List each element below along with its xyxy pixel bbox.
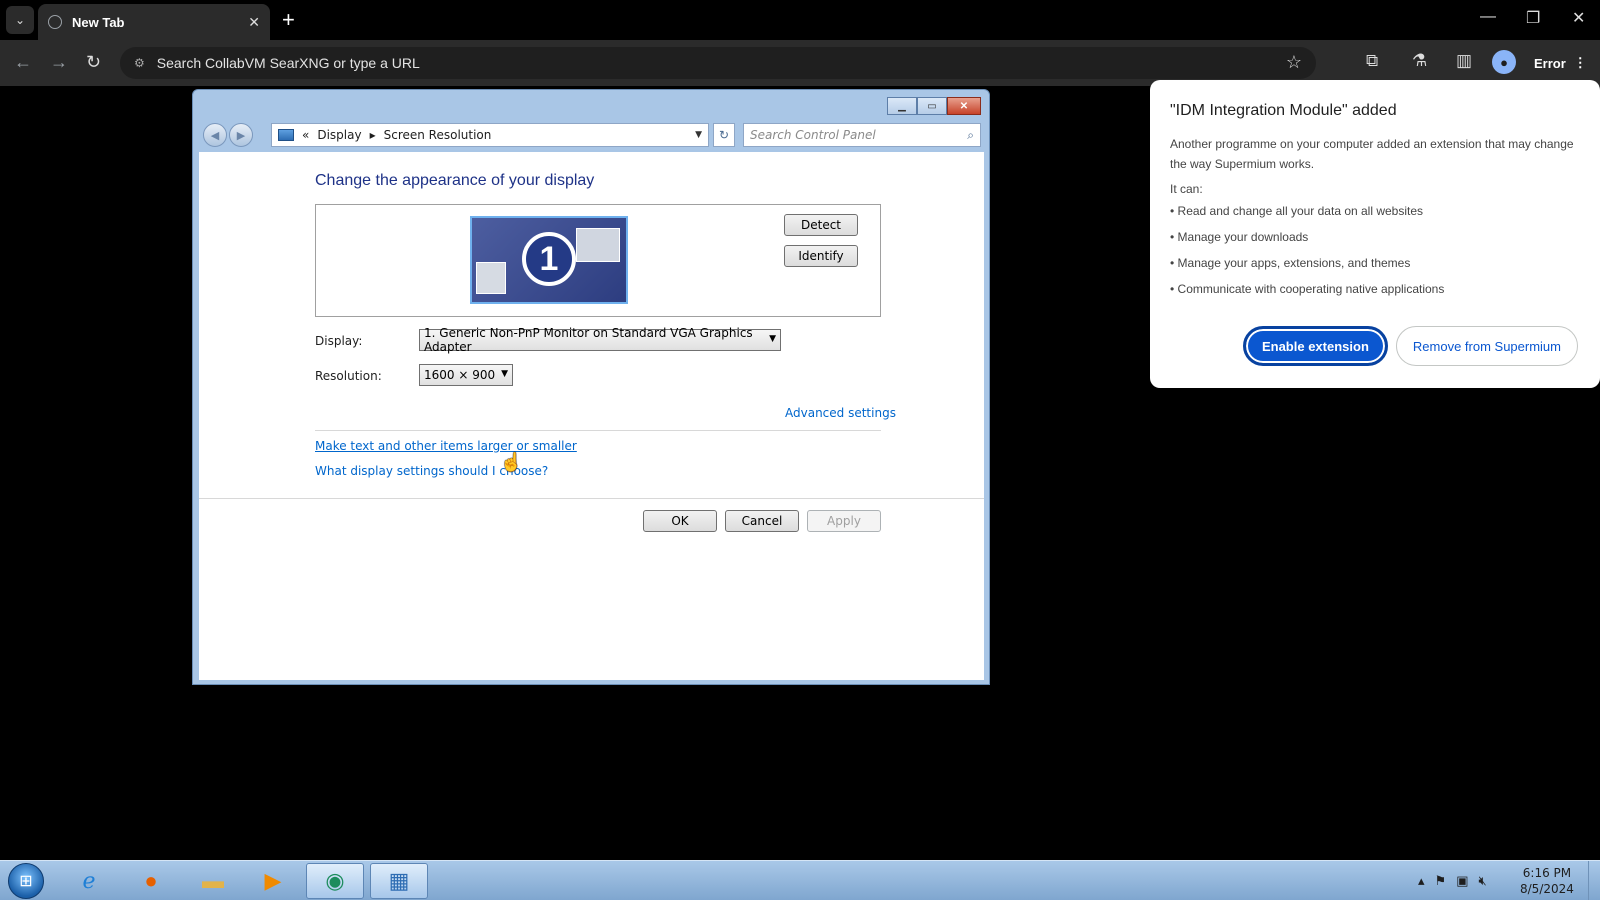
volume-muted-icon[interactable]: 🔇︎ bbox=[1478, 873, 1486, 889]
nav-buttons: ◀ ▶ bbox=[203, 123, 253, 147]
dropdown-arrow-icon: ▼ bbox=[501, 369, 508, 379]
address-bar[interactable]: ⚙ Search CollabVM SearXNG or type a URL … bbox=[120, 47, 1316, 79]
internet-explorer-icon[interactable]: ℯ bbox=[60, 863, 118, 899]
extension-added-popup: "IDM Integration Module" added Another p… bbox=[1150, 80, 1600, 388]
popup-title: "IDM Integration Module" added bbox=[1170, 102, 1397, 119]
breadcrumb-display[interactable]: Display bbox=[317, 128, 361, 142]
monitor-arrangement-box: 1 Detect Identify bbox=[315, 204, 881, 317]
media-player-icon[interactable]: ▶ bbox=[244, 863, 302, 899]
resolution-select[interactable]: 1600 × 900 ▼ bbox=[419, 364, 513, 386]
reload-icon[interactable]: ↻ bbox=[86, 52, 101, 73]
site-info-icon[interactable]: ⚙ bbox=[134, 56, 145, 70]
minimize-icon[interactable]: ▁ bbox=[887, 97, 917, 115]
close-icon[interactable]: ✕ bbox=[947, 97, 981, 115]
network-icon[interactable]: ▣ bbox=[1456, 873, 1468, 889]
window-thumbnail-icon bbox=[576, 228, 620, 262]
tab-close-icon[interactable]: ✕ bbox=[248, 14, 260, 31]
taskbar: ⊞ ℯ ● ▬ ▶ ◉ ▦ ▴ ⚑ ▣ 🔇︎ 6:16 PM 8/5/2024 bbox=[0, 860, 1600, 900]
hand-cursor-icon: ☝ bbox=[500, 452, 523, 472]
divider bbox=[199, 498, 984, 499]
tab-search-button[interactable]: ⌄ bbox=[6, 6, 34, 34]
action-center-flag-icon[interactable]: ⚑ bbox=[1435, 873, 1447, 889]
forward-icon[interactable]: ▶ bbox=[229, 123, 253, 147]
clock-time: 6:16 PM bbox=[1522, 866, 1572, 880]
explorer-address-row: ◀ ▶ « Display ▸ Screen Resolution ▼ ↻ Se… bbox=[199, 121, 983, 149]
permission-item: • Manage your apps, extensions, and them… bbox=[1170, 256, 1411, 270]
cancel-button[interactable]: Cancel bbox=[725, 510, 799, 532]
address-placeholder: Search CollabVM SearXNG or type a URL bbox=[156, 55, 420, 71]
ok-button[interactable]: OK bbox=[643, 510, 717, 532]
file-explorer-icon[interactable]: ▬ bbox=[184, 863, 242, 899]
detect-button[interactable]: Detect bbox=[784, 214, 858, 236]
show-hidden-icons-icon[interactable]: ▴ bbox=[1418, 873, 1425, 889]
permission-item: • Communicate with cooperating native ap… bbox=[1170, 282, 1445, 296]
refresh-icon[interactable]: ↻ bbox=[713, 123, 735, 147]
back-icon[interactable]: ← bbox=[14, 52, 32, 73]
globe-icon bbox=[48, 15, 62, 29]
error-menu-button[interactable]: Error ⋮ bbox=[1526, 49, 1595, 77]
display-select-value: 1. Generic Non-PnP Monitor on Standard V… bbox=[424, 326, 753, 354]
profile-avatar-icon[interactable]: ● bbox=[1492, 50, 1516, 74]
error-label: Error bbox=[1534, 55, 1566, 71]
remove-extension-button[interactable]: Remove from Supermium bbox=[1395, 326, 1578, 366]
permission-item: • Manage your downloads bbox=[1170, 230, 1309, 244]
popup-actions: Enable extension Remove from Supermium bbox=[1242, 326, 1578, 366]
resolution-label: Resolution: bbox=[315, 369, 382, 383]
popup-caption: It can: bbox=[1170, 182, 1203, 196]
enable-extension-button[interactable]: Enable extension bbox=[1242, 326, 1388, 366]
text-size-link[interactable]: Make text and other items larger or smal… bbox=[315, 439, 577, 453]
window-controls: ▁ ▭ ✕ bbox=[887, 97, 981, 115]
permission-item: • Read and change all your data on all w… bbox=[1170, 204, 1424, 218]
apply-button[interactable]: Apply bbox=[807, 510, 881, 532]
maximize-icon[interactable]: ▭ bbox=[917, 97, 947, 115]
supermium-icon[interactable]: ◉ bbox=[306, 863, 364, 899]
breadcrumb-overflow-icon[interactable]: « bbox=[302, 128, 309, 142]
address-dropdown-icon[interactable]: ▼ bbox=[695, 130, 702, 140]
chevron-down-icon: ⌄ bbox=[14, 13, 26, 27]
start-orb-icon[interactable]: ⊞ bbox=[8, 863, 44, 899]
labs-flask-icon[interactable]: ⚗ bbox=[1412, 51, 1427, 71]
page-title: Change the appearance of your display bbox=[315, 172, 595, 189]
clock-date: 8/5/2024 bbox=[1520, 882, 1574, 896]
monitor-number: 1 bbox=[522, 232, 576, 286]
dropdown-arrow-icon: ▼ bbox=[769, 334, 776, 344]
extensions-icon[interactable]: ⧉ bbox=[1366, 51, 1378, 71]
identify-button[interactable]: Identify bbox=[784, 245, 858, 267]
resolution-select-value: 1600 × 900 bbox=[424, 368, 496, 382]
firefox-icon[interactable]: ● bbox=[122, 863, 180, 899]
bookmark-star-icon[interactable]: ☆ bbox=[1286, 52, 1302, 73]
taskbar-clock[interactable]: 6:16 PM 8/5/2024 bbox=[1520, 865, 1574, 897]
back-icon[interactable]: ◀ bbox=[203, 123, 227, 147]
control-panel-icon bbox=[278, 129, 294, 141]
kebab-menu-icon: ⋮ bbox=[1573, 55, 1587, 70]
window-content: Change the appearance of your display 1 … bbox=[199, 152, 984, 680]
tab-new-tab[interactable]: New Tab ✕ bbox=[38, 4, 270, 40]
minimize-icon[interactable]: — bbox=[1480, 8, 1496, 26]
restore-icon[interactable]: ❐ bbox=[1526, 8, 1540, 28]
advanced-settings-link[interactable]: Advanced settings bbox=[785, 406, 896, 420]
new-tab-button[interactable]: + bbox=[282, 8, 295, 32]
browser-tabstrip: ⌄ New Tab ✕ + — ❐ ✕ bbox=[0, 0, 1600, 40]
search-placeholder: Search Control Panel bbox=[750, 128, 876, 142]
tab-title: New Tab bbox=[72, 14, 125, 30]
screen-resolution-window: ▁ ▭ ✕ ◀ ▶ « Display ▸ Screen Resolution … bbox=[192, 89, 990, 685]
forward-icon[interactable]: → bbox=[50, 52, 68, 73]
divider bbox=[315, 430, 881, 431]
monitor-1-tile[interactable]: 1 bbox=[470, 216, 628, 304]
popup-body: Another programme on your computer added… bbox=[1170, 137, 1574, 171]
control-panel-search[interactable]: Search Control Panel ⌕ bbox=[743, 123, 981, 147]
system-tray: ▴ ⚑ ▣ 🔇︎ bbox=[1418, 873, 1487, 889]
breadcrumb-screen-resolution[interactable]: Screen Resolution bbox=[384, 128, 492, 142]
breadcrumb-separator-icon[interactable]: ▸ bbox=[370, 128, 376, 142]
control-panel-icon[interactable]: ▦ bbox=[370, 863, 428, 899]
display-select[interactable]: 1. Generic Non-PnP Monitor on Standard V… bbox=[419, 326, 781, 354]
show-desktop-button[interactable] bbox=[1588, 861, 1600, 900]
window-thumbnail-icon bbox=[476, 262, 506, 294]
breadcrumb[interactable]: « Display ▸ Screen Resolution ▼ bbox=[271, 123, 709, 147]
close-window-icon[interactable]: ✕ bbox=[1572, 8, 1585, 28]
side-panel-icon[interactable]: ▥ bbox=[1456, 51, 1472, 71]
search-icon[interactable]: ⌕ bbox=[967, 128, 974, 143]
display-label: Display: bbox=[315, 334, 363, 348]
